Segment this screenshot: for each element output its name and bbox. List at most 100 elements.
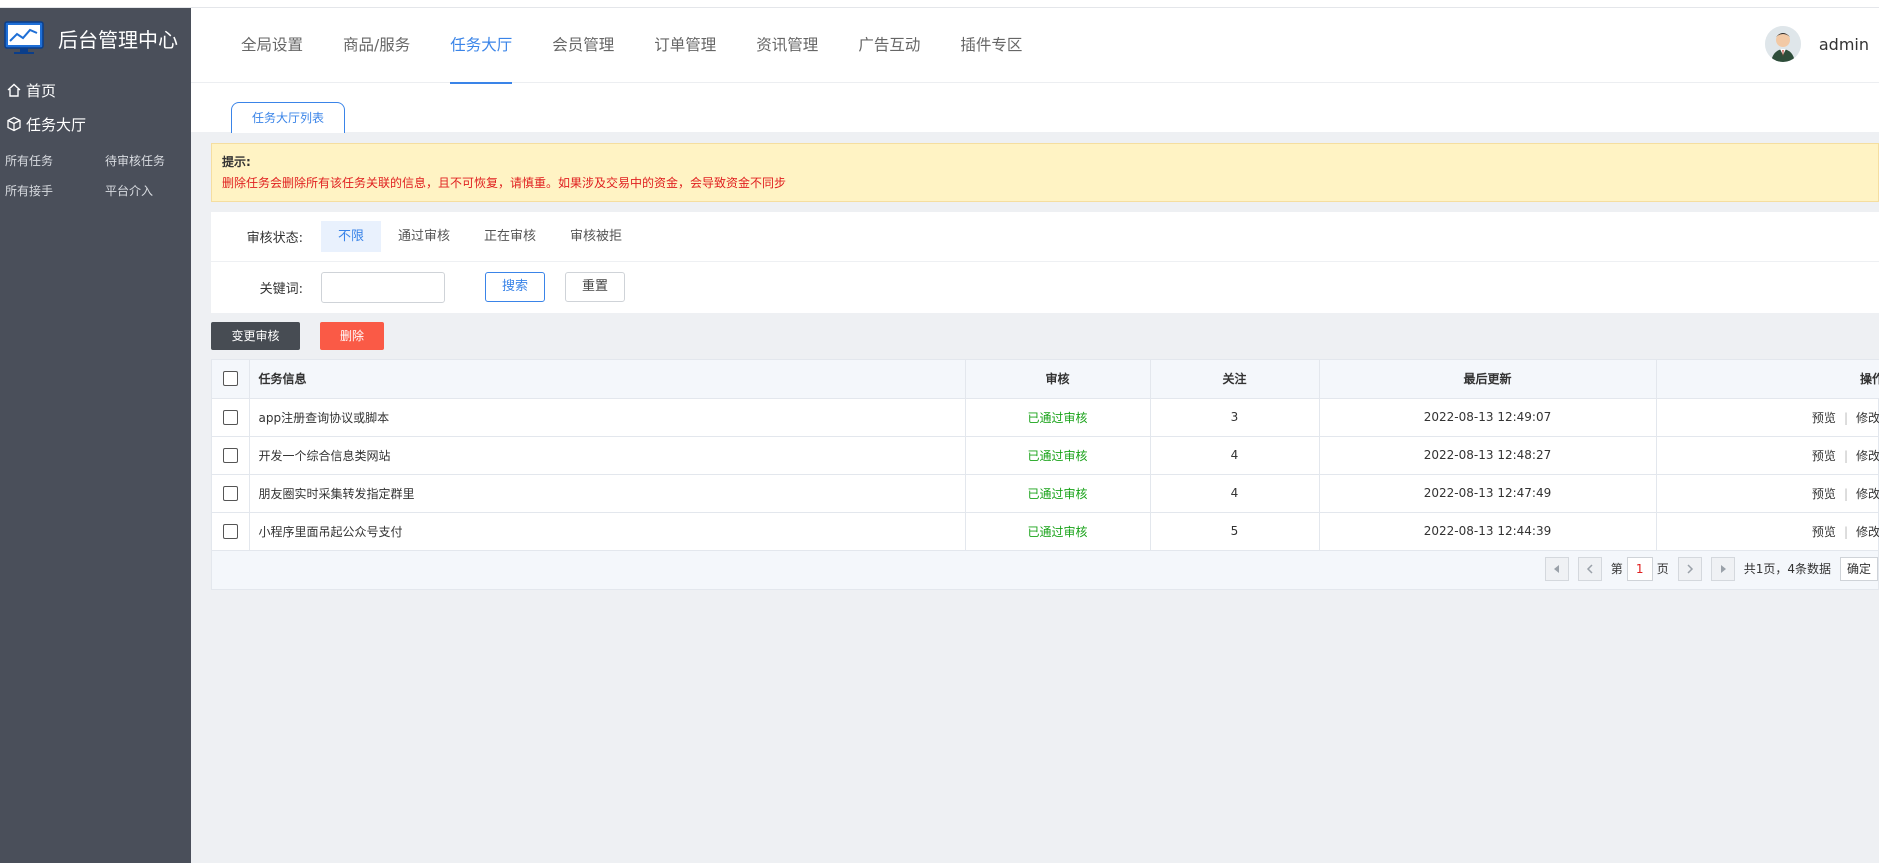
row-ops: 预览 | 修改 bbox=[1656, 398, 1879, 437]
task-info[interactable]: 朋友圈实时采集转发指定群里 bbox=[249, 474, 966, 513]
topnav-ad-interaction[interactable]: 广告互动 bbox=[858, 8, 920, 83]
status-option-approved[interactable]: 通过审核 bbox=[381, 221, 467, 252]
topnav-global-settings[interactable]: 全局设置 bbox=[241, 8, 303, 83]
sidebar-subitem-platform-intervention[interactable]: 平台介入 bbox=[105, 176, 195, 206]
topnav-order-management[interactable]: 订单管理 bbox=[654, 8, 716, 83]
op-separator: | bbox=[1843, 448, 1848, 463]
preview-link[interactable]: 预览 bbox=[1812, 487, 1836, 501]
sidebar-item-task-hall[interactable]: 任务大厅 bbox=[0, 104, 191, 144]
op-separator: | bbox=[1843, 486, 1848, 501]
topnav-member-management[interactable]: 会员管理 bbox=[552, 8, 614, 83]
topnav-plugins[interactable]: 插件专区 bbox=[960, 8, 1022, 83]
updated-time: 2022-08-13 12:47:49 bbox=[1319, 474, 1657, 513]
pagination-summary: 共1页，4条数据 bbox=[1743, 562, 1831, 576]
preview-link[interactable]: 预览 bbox=[1812, 449, 1836, 463]
task-info[interactable]: app注册查询协议或脚本 bbox=[249, 398, 966, 437]
brand: 后台管理中心 bbox=[0, 8, 191, 68]
page-number-input[interactable]: 1 bbox=[1626, 556, 1653, 581]
first-page-icon bbox=[1553, 564, 1559, 573]
table-row: 小程序里面吊起公众号支付 已通过审核 5 2022-08-13 12:44:39… bbox=[212, 512, 1879, 551]
sidebar-subitem-all-tasks[interactable]: 所有任务 bbox=[5, 146, 105, 176]
task-table: 任务信息 审核 关注 最后更新 操作 app注册查询协议或脚本 已通过审核 3 … bbox=[211, 359, 1879, 590]
user-name: admin bbox=[1818, 34, 1869, 54]
status-filter-row: 审核状态: 不限 通过审核 正在审核 审核被拒 bbox=[211, 212, 1879, 262]
preview-link[interactable]: 预览 bbox=[1812, 411, 1836, 425]
chevron-left-icon bbox=[1586, 563, 1593, 574]
topnav-task-hall[interactable]: 任务大厅 bbox=[450, 8, 513, 84]
op-separator: | bbox=[1843, 524, 1848, 539]
edit-link[interactable]: 修改 bbox=[1856, 487, 1879, 501]
avatar bbox=[1764, 26, 1801, 62]
status-option-rejected[interactable]: 审核被拒 bbox=[553, 221, 639, 252]
column-header-follow: 关注 bbox=[1150, 360, 1320, 399]
tab-task-hall-list[interactable]: 任务大厅列表 bbox=[231, 102, 345, 133]
topnav-news-management[interactable]: 资讯管理 bbox=[756, 8, 818, 83]
cube-icon bbox=[7, 116, 21, 132]
page-suffix: 页 bbox=[1656, 562, 1669, 576]
notice-message: 删除任务会删除所有该任务关联的信息，且不可恢复，请慎重。如果涉及交易中的资金，会… bbox=[222, 176, 787, 190]
row-select-cell bbox=[212, 512, 250, 551]
column-header-ops-label: 操作 bbox=[1859, 372, 1879, 387]
app-title: 后台管理中心 bbox=[58, 27, 178, 52]
row-select-cell bbox=[212, 474, 250, 513]
status-option-reviewing[interactable]: 正在审核 bbox=[467, 221, 553, 252]
row-ops: 预览 | 修改 bbox=[1656, 436, 1879, 475]
notice-title: 提示: bbox=[222, 155, 251, 169]
follow-count: 4 bbox=[1150, 436, 1320, 475]
column-header-audit: 审核 bbox=[965, 360, 1151, 399]
preview-link[interactable]: 预览 bbox=[1812, 525, 1836, 539]
topnav-goods-services[interactable]: 商品/服务 bbox=[343, 8, 410, 83]
task-info[interactable]: 小程序里面吊起公众号支付 bbox=[249, 512, 966, 551]
home-icon bbox=[7, 83, 21, 97]
first-page-button[interactable] bbox=[1544, 556, 1569, 581]
sidebar-item-label: 任务大厅 bbox=[26, 115, 87, 134]
pagination: 第 1 页 共1页，4条数据 确定 bbox=[1544, 556, 1878, 581]
column-header-ops: 操作 bbox=[1656, 360, 1879, 399]
audit-status: 已通过审核 bbox=[965, 512, 1151, 551]
select-all-cell bbox=[212, 360, 250, 399]
reset-button[interactable]: 重置 bbox=[565, 272, 625, 302]
change-audit-button[interactable]: 变更审核 bbox=[211, 322, 300, 350]
row-checkbox[interactable] bbox=[222, 409, 238, 425]
delete-button[interactable]: 删除 bbox=[320, 322, 384, 350]
keyword-input[interactable] bbox=[321, 271, 445, 303]
notice-box: 提示: 删除任务会删除所有该任务关联的信息，且不可恢复，请慎重。如果涉及交易中的… bbox=[211, 143, 1879, 202]
edit-link[interactable]: 修改 bbox=[1856, 449, 1879, 463]
sidebar-subitem-all-takers[interactable]: 所有接手 bbox=[5, 176, 105, 206]
op-separator: | bbox=[1843, 410, 1848, 425]
top-nav: 全局设置 商品/服务 任务大厅 会员管理 订单管理 资讯管理 广告互动 插件专区 bbox=[241, 8, 1062, 84]
confirm-page-button[interactable]: 确定 bbox=[1840, 556, 1878, 581]
updated-time: 2022-08-13 12:48:27 bbox=[1319, 436, 1657, 475]
sidebar-item-label: 首页 bbox=[26, 81, 57, 100]
table-row: 朋友圈实时采集转发指定群里 已通过审核 4 2022-08-13 12:47:4… bbox=[212, 474, 1879, 513]
prev-page-button[interactable] bbox=[1577, 556, 1602, 581]
row-checkbox[interactable] bbox=[222, 523, 238, 539]
row-ops: 预览 | 修改 bbox=[1656, 474, 1879, 513]
task-info[interactable]: 开发一个综合信息类网站 bbox=[249, 436, 966, 475]
edit-link[interactable]: 修改 bbox=[1856, 411, 1879, 425]
audit-status: 已通过审核 bbox=[965, 436, 1151, 475]
keyword-label: 关键词: bbox=[259, 281, 303, 297]
audit-status: 已通过审核 bbox=[965, 474, 1151, 513]
follow-count: 3 bbox=[1150, 398, 1320, 437]
row-checkbox[interactable] bbox=[222, 485, 238, 501]
updated-time: 2022-08-13 12:49:07 bbox=[1319, 398, 1657, 437]
edit-link[interactable]: 修改 bbox=[1856, 525, 1879, 539]
row-checkbox[interactable] bbox=[222, 447, 238, 463]
row-ops: 预览 | 修改 bbox=[1656, 512, 1879, 551]
page-prefix: 第 bbox=[1610, 562, 1623, 576]
column-header-info: 任务信息 bbox=[249, 360, 966, 399]
chevron-right-icon bbox=[1687, 563, 1693, 574]
sidebar-subitem-pending-tasks[interactable]: 待审核任务 bbox=[105, 146, 195, 176]
status-option-all[interactable]: 不限 bbox=[321, 221, 382, 252]
status-filter-label: 审核状态: bbox=[246, 231, 303, 246]
next-page-button[interactable] bbox=[1677, 556, 1702, 581]
search-button[interactable]: 搜索 bbox=[485, 272, 545, 302]
last-page-button[interactable] bbox=[1710, 556, 1735, 581]
select-all-checkbox[interactable] bbox=[222, 371, 238, 387]
tab-bar: 任务大厅列表 bbox=[191, 84, 1879, 133]
row-select-cell bbox=[212, 436, 250, 475]
pagination-bar: 第 1 页 共1页，4条数据 确定 bbox=[212, 550, 1878, 589]
top-bar: 全局设置 商品/服务 任务大厅 会员管理 订单管理 资讯管理 广告互动 插件专区… bbox=[191, 8, 1879, 84]
user-menu[interactable]: admin bbox=[1764, 26, 1869, 62]
